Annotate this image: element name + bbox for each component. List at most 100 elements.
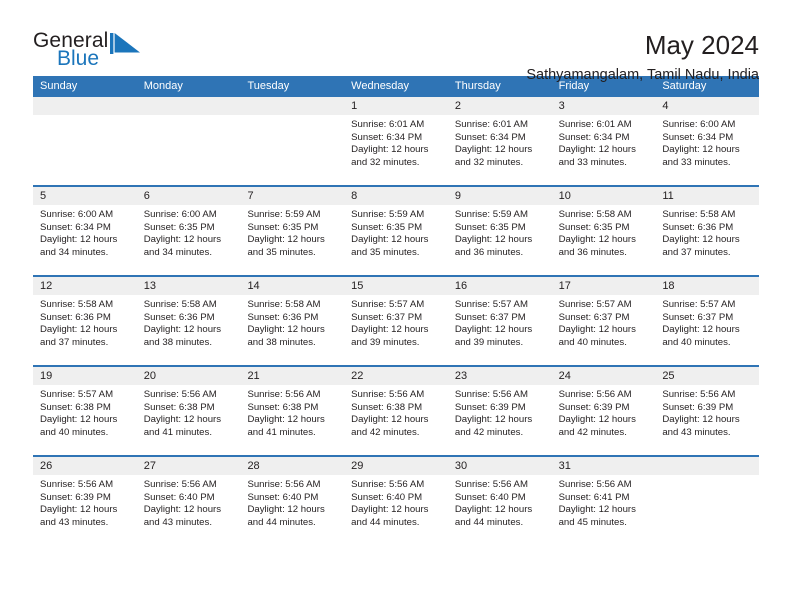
- day-sunset-text: Sunset: 6:40 PM: [351, 491, 423, 503]
- day-cell[interactable]: Sunrise: 5:56 AM Sunset: 6:39 PM Daylight:…: [552, 385, 656, 455]
- day-cell[interactable]: Sunrise: 5:57 AM Sunset: 6:37 PM Daylight:…: [344, 295, 448, 365]
- day-number[interactable]: 27: [137, 457, 241, 475]
- day-cell[interactable]: Sunrise: 5:56 AM Sunset: 6:39 PM Daylight:…: [655, 385, 759, 455]
- day-number[interactable]: 17: [552, 277, 656, 295]
- day-sunset-text: Sunset: 6:34 PM: [662, 131, 734, 143]
- day-cell[interactable]: Sunrise: 5:56 AM Sunset: 6:38 PM Daylight:…: [344, 385, 448, 455]
- day-number[interactable]: 18: [655, 277, 759, 295]
- day-sunset-text: Sunset: 6:35 PM: [143, 221, 215, 233]
- day-number[interactable]: 10: [552, 187, 656, 205]
- day-daylight-line1-text: Daylight: 12 hours: [454, 234, 533, 246]
- day-cell[interactable]: Sunrise: 5:56 AM Sunset: 6:40 PM Daylight:…: [448, 475, 552, 545]
- day-sunrise-text: Sunrise: 5:58 AM: [662, 209, 736, 220]
- day-number[interactable]: 22: [344, 367, 448, 385]
- day-number[interactable]: 20: [137, 367, 241, 385]
- day-cell-empty: [137, 115, 241, 185]
- day-daylight-line1-text: Daylight: 12 hours: [247, 504, 325, 516]
- day-number[interactable]: 16: [448, 277, 552, 295]
- day-number[interactable]: 9: [448, 187, 552, 205]
- day-cell[interactable]: Sunrise: 5:56 AM Sunset: 6:38 PM Daylight:…: [137, 385, 241, 455]
- day-number[interactable]: 6: [137, 187, 241, 205]
- day-cell[interactable]: Sunrise: 5:57 AM Sunset: 6:37 PM Daylight:…: [552, 295, 656, 365]
- day-number[interactable]: 19: [33, 367, 137, 385]
- day-daylight-line2-text: and 40 minutes.: [40, 426, 109, 438]
- day-daylight-line1-text: Daylight: 12 hours: [662, 414, 740, 426]
- day-daylight-line2-text: and 40 minutes.: [662, 336, 731, 348]
- day-cell[interactable]: Sunrise: 5:56 AM Sunset: 6:40 PM Daylight:…: [240, 475, 344, 545]
- day-cell[interactable]: Sunrise: 6:00 AM Sunset: 6:34 PM Daylight:…: [655, 115, 759, 185]
- day-daylight-line1-text: Daylight: 12 hours: [40, 234, 118, 246]
- day-daylight-line2-text: and 36 minutes.: [454, 246, 524, 258]
- day-sunset-text: Sunset: 6:34 PM: [351, 131, 423, 143]
- day-number[interactable]: 5: [33, 187, 137, 205]
- day-daylight-line1-text: Daylight: 12 hours: [558, 324, 636, 336]
- day-sunrise-text: Sunrise: 6:00 AM: [40, 209, 114, 220]
- day-cell[interactable]: Sunrise: 5:58 AM Sunset: 6:36 PM Daylight:…: [240, 295, 344, 365]
- day-number[interactable]: 13: [137, 277, 241, 295]
- day-number[interactable]: 28: [240, 457, 344, 475]
- day-number[interactable]: 2: [448, 97, 552, 115]
- week-body-row: Sunrise: 5:57 AM Sunset: 6:38 PM Daylight:…: [33, 385, 759, 455]
- day-cell[interactable]: Sunrise: 6:01 AM Sunset: 6:34 PM Daylight:…: [552, 115, 656, 185]
- day-number[interactable]: 8: [344, 187, 448, 205]
- day-daylight-line2-text: and 32 minutes.: [351, 156, 420, 168]
- day-number[interactable]: 21: [240, 367, 344, 385]
- day-number[interactable]: 11: [655, 187, 759, 205]
- day-number[interactable]: 1: [344, 97, 448, 115]
- day-sunrise-text: Sunrise: 5:58 AM: [558, 209, 632, 220]
- day-sunrise-text: Sunrise: 5:56 AM: [454, 479, 528, 490]
- day-cell[interactable]: Sunrise: 6:01 AM Sunset: 6:34 PM Daylight:…: [344, 115, 448, 185]
- day-number[interactable]: 31: [552, 457, 656, 475]
- day-daylight-line1-text: Daylight: 12 hours: [558, 144, 636, 156]
- day-sunset-text: Sunset: 6:40 PM: [247, 491, 319, 503]
- brand-logo[interactable]: General Blue: [33, 30, 153, 78]
- day-number[interactable]: 23: [448, 367, 552, 385]
- day-cell[interactable]: Sunrise: 5:56 AM Sunset: 6:39 PM Daylight:…: [448, 385, 552, 455]
- calendar-week-row: 5 6 7 8 9 10 11 Sunrise: 6:00 AM Sunset: 6:34 PM…: [33, 185, 759, 275]
- day-cell[interactable]: Sunrise: 5:57 AM Sunset: 6:37 PM Daylight:…: [655, 295, 759, 365]
- day-sunset-text: Sunset: 6:35 PM: [247, 221, 319, 233]
- weekday-header-saturday: Saturday: [662, 80, 707, 92]
- day-number[interactable]: 3: [552, 97, 656, 115]
- day-number[interactable]: 24: [552, 367, 656, 385]
- day-cell[interactable]: Sunrise: 5:59 AM Sunset: 6:35 PM Daylight:…: [344, 205, 448, 275]
- day-cell[interactable]: Sunrise: 5:56 AM Sunset: 6:41 PM Daylight:…: [552, 475, 656, 545]
- day-number[interactable]: 29: [344, 457, 448, 475]
- day-cell[interactable]: Sunrise: 5:59 AM Sunset: 6:35 PM Daylight:…: [240, 205, 344, 275]
- day-number[interactable]: 15: [344, 277, 448, 295]
- week-body-row: Sunrise: 5:58 AM Sunset: 6:36 PM Daylight:…: [33, 295, 759, 365]
- day-number[interactable]: 14: [240, 277, 344, 295]
- day-number[interactable]: 26: [33, 457, 137, 475]
- day-cell[interactable]: Sunrise: 5:58 AM Sunset: 6:36 PM Daylight:…: [137, 295, 241, 365]
- page-header: General Blue May 2024 Sathyamangalam, Ta…: [33, 0, 759, 83]
- day-cell[interactable]: Sunrise: 5:56 AM Sunset: 6:39 PM Daylight:…: [33, 475, 137, 545]
- day-number: [240, 97, 344, 115]
- day-daylight-line1-text: Daylight: 12 hours: [143, 504, 222, 516]
- day-number[interactable]: 12: [33, 277, 137, 295]
- day-cell[interactable]: Sunrise: 5:56 AM Sunset: 6:40 PM Daylight:…: [344, 475, 448, 545]
- week-body-row: Sunrise: 5:56 AM Sunset: 6:39 PM Daylight:…: [33, 475, 759, 545]
- day-number[interactable]: 30: [448, 457, 552, 475]
- day-cell[interactable]: Sunrise: 5:58 AM Sunset: 6:36 PM Daylight:…: [655, 205, 759, 275]
- day-cell[interactable]: Sunrise: 5:59 AM Sunset: 6:35 PM Daylight:…: [448, 205, 552, 275]
- day-sunset-text: Sunset: 6:39 PM: [454, 401, 526, 413]
- day-daylight-line2-text: and 35 minutes.: [351, 246, 420, 258]
- day-sunset-text: Sunset: 6:39 PM: [662, 401, 734, 413]
- day-daylight-line2-text: and 44 minutes.: [351, 516, 420, 528]
- calendar-week-row: 19 20 21 22 23 24 25 Sunrise: 5:57 AM Sunset: 6:…: [33, 365, 759, 455]
- day-cell[interactable]: Sunrise: 5:58 AM Sunset: 6:35 PM Daylight:…: [552, 205, 656, 275]
- day-sunset-text: Sunset: 6:35 PM: [558, 221, 630, 233]
- week-date-band: 5 6 7 8 9 10 11: [33, 187, 759, 205]
- day-cell[interactable]: Sunrise: 5:56 AM Sunset: 6:38 PM Daylight:…: [240, 385, 344, 455]
- day-cell[interactable]: Sunrise: 5:56 AM Sunset: 6:40 PM Daylight:…: [137, 475, 241, 545]
- day-cell[interactable]: Sunrise: 5:57 AM Sunset: 6:37 PM Daylight:…: [448, 295, 552, 365]
- day-cell[interactable]: Sunrise: 6:01 AM Sunset: 6:34 PM Daylight:…: [448, 115, 552, 185]
- calendar-page: General Blue May 2024 Sathyamangalam, Ta…: [0, 0, 792, 612]
- day-number[interactable]: 4: [655, 97, 759, 115]
- day-cell[interactable]: Sunrise: 5:57 AM Sunset: 6:38 PM Daylight:…: [33, 385, 137, 455]
- day-number[interactable]: 25: [655, 367, 759, 385]
- day-cell[interactable]: Sunrise: 6:00 AM Sunset: 6:35 PM Daylight:…: [137, 205, 241, 275]
- day-cell[interactable]: Sunrise: 5:58 AM Sunset: 6:36 PM Daylight:…: [33, 295, 137, 365]
- day-number[interactable]: 7: [240, 187, 344, 205]
- day-cell[interactable]: Sunrise: 6:00 AM Sunset: 6:34 PM Daylight:…: [33, 205, 137, 275]
